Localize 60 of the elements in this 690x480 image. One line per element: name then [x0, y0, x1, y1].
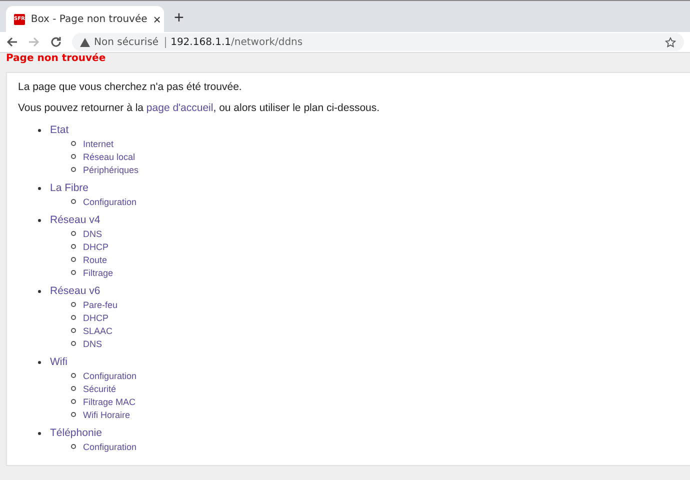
bullet-icon: [71, 257, 76, 262]
sitemap-sublink[interactable]: Route: [83, 254, 108, 264]
sitemap-sublink[interactable]: Filtrage: [83, 268, 114, 278]
bullet-icon: [38, 290, 41, 292]
sitemap-sublink[interactable]: Filtrage MAC: [83, 396, 136, 406]
bullet-icon: [71, 386, 76, 391]
bullet-icon: [71, 341, 76, 346]
page-heading: Page non trouvée: [5, 53, 107, 66]
bullet-icon: [71, 231, 76, 236]
bullet-icon: [71, 444, 76, 449]
bullet-icon: [71, 328, 76, 333]
not-found-message: La page que vous cherchez n'a pas été trouvée.: [18, 81, 243, 93]
sitemap-sublink[interactable]: Pare-feu: [83, 300, 118, 310]
security-label: Non sécurisé: [94, 36, 159, 48]
back-icon[interactable]: [6, 36, 18, 48]
star-icon[interactable]: [665, 36, 676, 48]
bullet-icon: [71, 167, 76, 172]
sitemap-link[interactable]: Téléphonie: [50, 427, 102, 439]
bullet-icon: [38, 360, 41, 364]
sitemap-sublink[interactable]: Réseau local: [83, 152, 136, 162]
bullet-icon: [71, 315, 76, 320]
bullet-icon: [71, 244, 76, 249]
sitemap-sublink[interactable]: Internet: [83, 138, 114, 148]
sitemap-sublink[interactable]: Périphériques: [83, 164, 139, 174]
return-text: Vous pouvez retourner à la page d'accueil, ou alors utiliser le plan ci-dessous.: [18, 102, 381, 114]
bullet-icon: [38, 432, 41, 434]
tab-title: Box - Page non trouvée: [30, 14, 148, 24]
bullet-icon: [71, 412, 76, 417]
sitemap-sublink[interactable]: Sécurité: [83, 384, 116, 394]
sitemap-sublink[interactable]: DNS: [83, 228, 102, 238]
bullet-icon: [71, 270, 76, 275]
home-link[interactable]: page d'accueil: [146, 102, 214, 114]
bullet-icon: [71, 199, 76, 204]
bullet-icon: [38, 186, 41, 190]
bullet-icon: [71, 154, 76, 159]
sitemap-sublink[interactable]: Configuration: [83, 442, 137, 452]
reload-icon[interactable]: [50, 36, 62, 48]
bullet-icon: [71, 373, 76, 378]
sitemap-link[interactable]: Réseau v6: [50, 285, 100, 297]
bullet-icon: [71, 399, 76, 404]
url-text: 192.168.1.1/network/ddns: [164, 36, 303, 48]
sitemap-link[interactable]: Réseau v4: [50, 214, 100, 226]
close-tab-button[interactable]: ×: [153, 12, 161, 26]
sitemap-sublink[interactable]: Wifi Horaire: [83, 410, 130, 420]
new-tab-button[interactable]: +: [170, 8, 188, 32]
warning-icon: [80, 38, 90, 46]
address-bar[interactable]: Non sécurisé 192.168.1.1/network/ddns: [72, 33, 684, 51]
bullet-icon: [71, 141, 76, 146]
sitemap-sublink[interactable]: DNS: [83, 338, 102, 348]
bullet-icon: [38, 128, 41, 132]
sitemap-sublink[interactable]: Configuration: [83, 196, 137, 206]
sitemap-sublink[interactable]: SLAAC: [83, 326, 113, 336]
sitemap-link[interactable]: La Fibre: [50, 182, 89, 194]
sitemap-link[interactable]: Wifi: [50, 356, 68, 368]
sitemap-sublink[interactable]: DHCP: [83, 242, 109, 252]
bullet-icon: [38, 218, 41, 222]
bullet-icon: [71, 302, 76, 307]
sitemap-sublink[interactable]: Configuration: [83, 370, 137, 380]
sitemap-link[interactable]: Etat: [50, 124, 69, 136]
sitemap-sublink[interactable]: DHCP: [83, 312, 109, 322]
